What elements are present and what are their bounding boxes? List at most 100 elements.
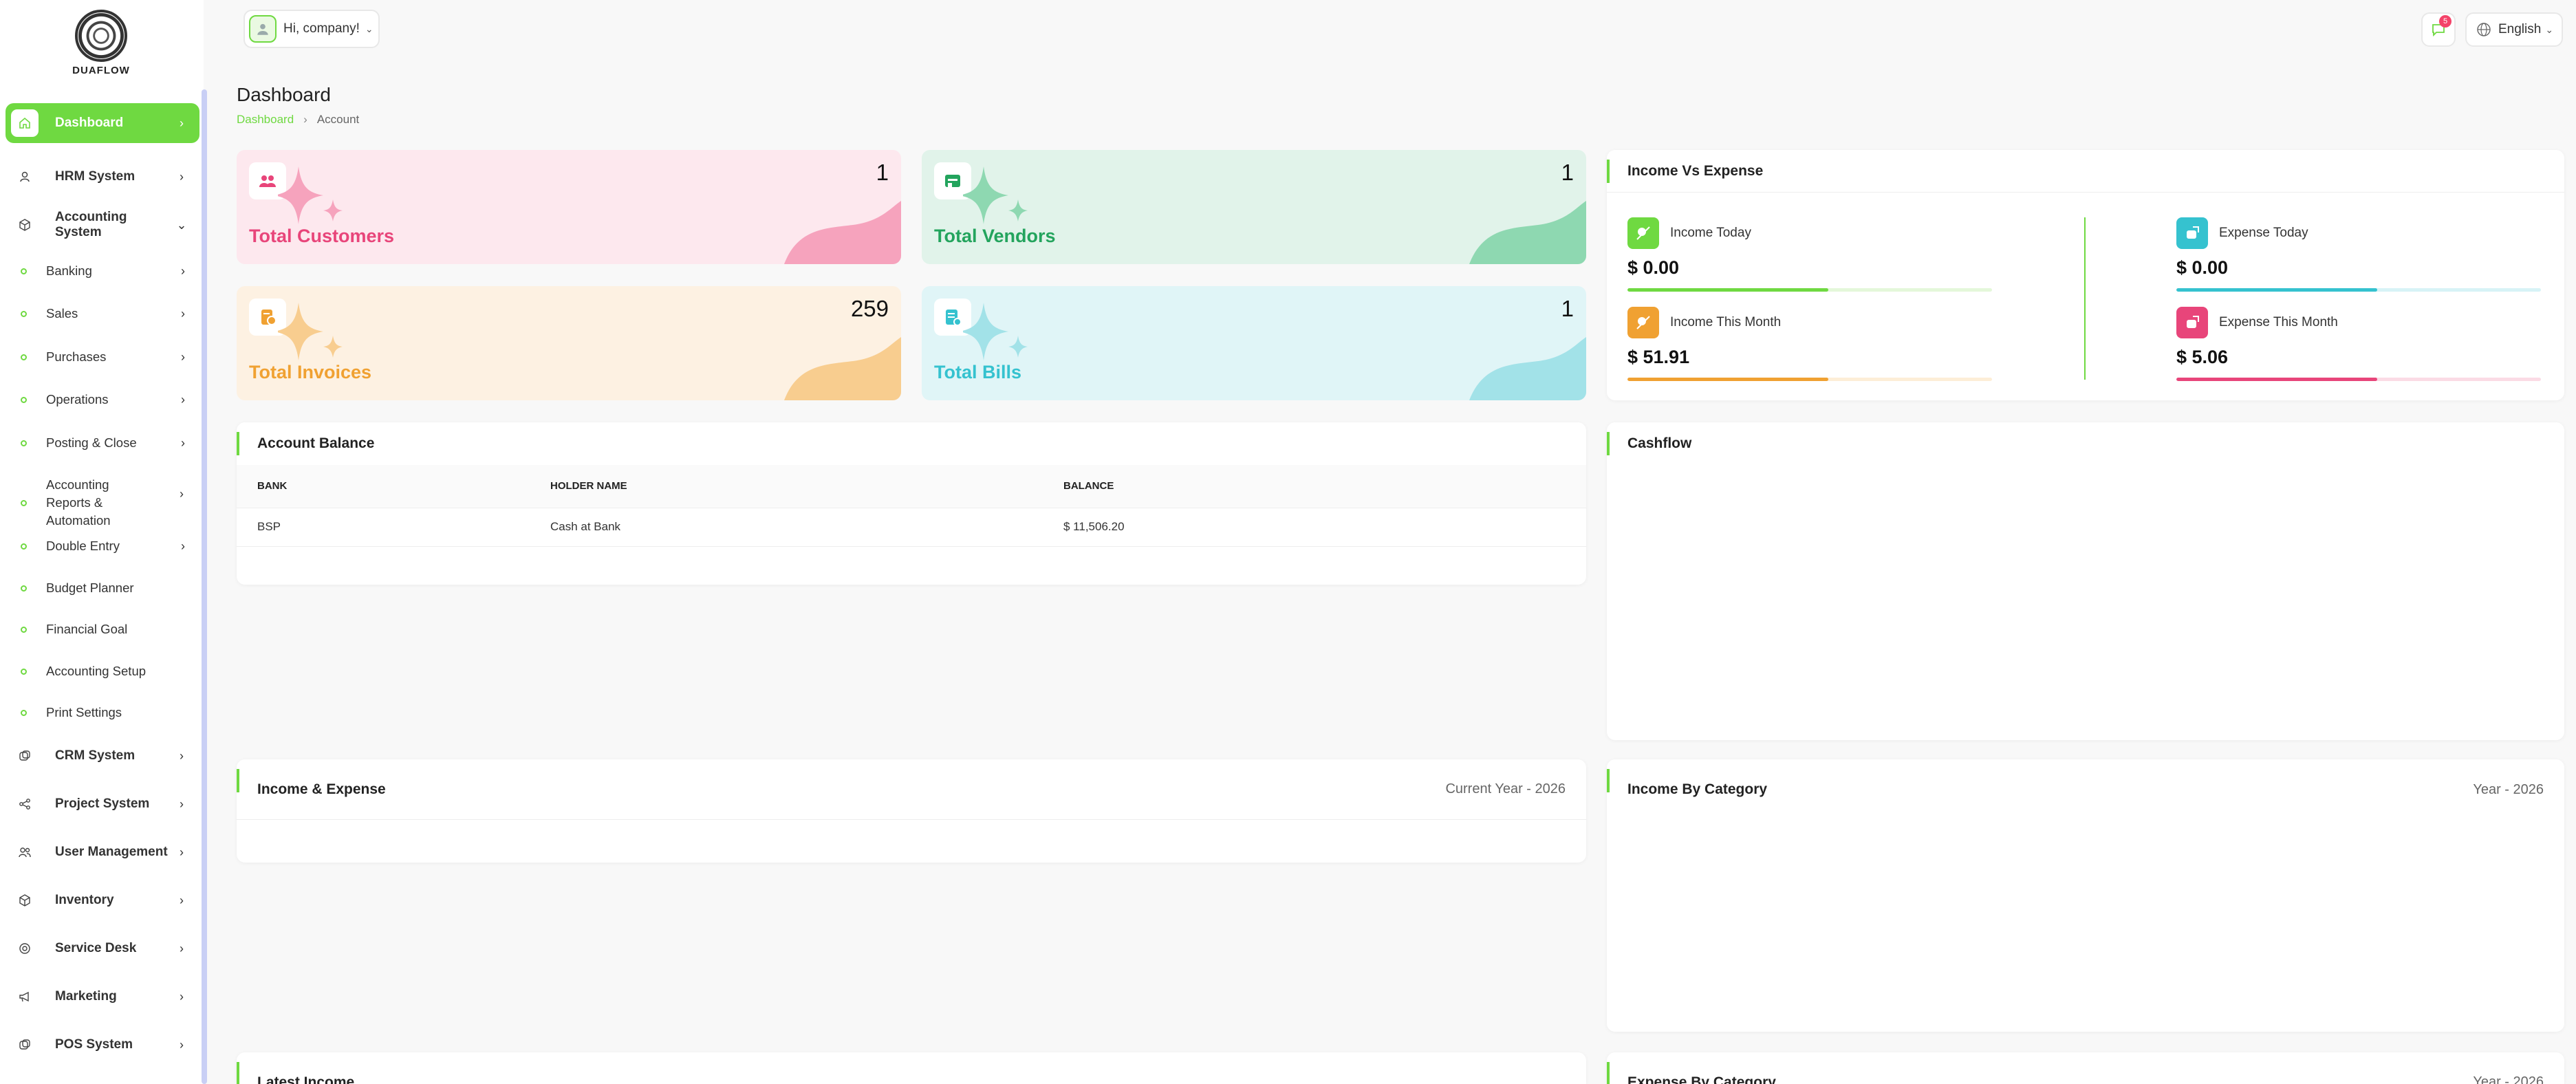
panel-period: Year - 2026 <box>2473 1074 2544 1084</box>
sidebar-item-crm-system[interactable]: CRM System › <box>6 736 199 776</box>
sidebar-subitem-accounting-setup[interactable]: Accounting Setup <box>21 658 194 685</box>
sidebar-subitem-accounting-reports[interactable]: Accounting Reports & Automation <box>21 476 144 530</box>
sidebar-subitem-budget-planner[interactable]: Budget Planner <box>21 574 194 602</box>
sidebar-item-hrm-system[interactable]: HRM System › <box>6 157 199 197</box>
sidebar-subitem-label: Financial Goal <box>46 622 128 636</box>
sidebar-subitem-posting-close[interactable]: Posting & Close › <box>21 429 194 457</box>
chevron-right-icon: › <box>180 941 184 955</box>
chevron-right-icon: › <box>180 1037 184 1052</box>
brand-logo[interactable]: DUAFLOW <box>70 10 132 77</box>
brand-name: DUAFLOW <box>72 65 130 76</box>
sidebar-scrollbar[interactable] <box>202 89 207 1084</box>
sidebar-subitem-financial-goal[interactable]: Financial Goal <box>21 616 194 643</box>
breadcrumb-link-dashboard[interactable]: Dashboard <box>237 113 294 127</box>
sidebar-item-marketing[interactable]: Marketing › <box>6 977 199 1017</box>
sidebar-subitem-double-entry[interactable]: Double Entry › <box>21 532 194 560</box>
metric-value: $ 0.00 <box>1627 257 1680 278</box>
bullet-icon <box>21 499 27 506</box>
metric-label: Income Today <box>1670 226 1751 240</box>
sidebar-item-label: Dashboard <box>55 116 124 130</box>
language-label: English <box>2498 22 2542 36</box>
progress-fill <box>2176 288 2377 292</box>
user-greeting: Hi, company! <box>283 21 360 36</box>
account-balance-table: BANK HOLDER NAME BALANCE BSP Cash at Ban… <box>237 465 1586 547</box>
stat-card-invoices[interactable]: 259 Total Invoices <box>237 286 901 400</box>
panel-header: Income & Expense Current Year - 2026 <box>237 759 1586 820</box>
panel-period: Current Year - 2026 <box>1445 781 1566 796</box>
sidebar-item-user-management[interactable]: User Management › <box>6 832 199 872</box>
chevron-right-icon: › <box>180 989 184 1004</box>
language-selector[interactable]: English ⌄ <box>2465 12 2563 47</box>
panel-header: Income Vs Expense <box>1607 150 2564 193</box>
sidebar-subitem-label: Sales <box>46 306 78 321</box>
user-menu-button[interactable]: Hi, company! ⌄ <box>243 10 380 48</box>
sidebar-item-label: Accounting System <box>55 210 127 239</box>
bullet-icon <box>21 310 27 317</box>
sparkle-icon <box>963 303 1028 360</box>
notification-button[interactable]: 5 <box>2421 12 2456 47</box>
account-balance-panel: Account Balance BANK HOLDER NAME BALANCE… <box>237 422 1586 585</box>
bullet-icon <box>21 354 27 360</box>
sidebar-item-label: POS System <box>55 1037 133 1052</box>
bullet-icon <box>21 396 27 403</box>
sidebar-subitem-label: Double Entry <box>46 539 120 553</box>
box-icon <box>11 211 39 239</box>
expense-icon <box>2176 307 2208 338</box>
sidebar-item-label: Project System <box>55 796 150 811</box>
stat-value: 1 <box>1561 296 1574 321</box>
progress-bar <box>1627 288 1992 292</box>
sidebar-item-label: Inventory <box>55 893 114 907</box>
sidebar-subitem-banking[interactable]: Banking › <box>21 257 194 285</box>
sparkle-icon <box>963 166 1028 224</box>
bullet-icon <box>21 268 27 274</box>
bullet-icon <box>21 709 27 716</box>
table-row[interactable]: BSP Cash at Bank $ 11,506.20 <box>237 508 1586 547</box>
sidebar-subitem-label: Operations <box>46 392 109 406</box>
stat-card-vendors[interactable]: 1 Total Vendors <box>922 150 1586 264</box>
globe-icon <box>2477 23 2491 36</box>
panel-title: Cashflow <box>1627 435 1692 451</box>
expense-by-category-panel: Expense By Category Year - 2026 <box>1607 1052 2564 1084</box>
sidebar-subitem-label: Accounting Reports & Automation <box>46 477 111 528</box>
sidebar-item-inventory[interactable]: Inventory › <box>6 880 199 920</box>
layers-icon <box>11 1031 39 1059</box>
income-expense-panel: Income & Expense Current Year - 2026 <box>237 759 1586 863</box>
chevron-right-icon: › <box>181 435 185 450</box>
wave-decoration <box>1469 201 1586 264</box>
panel-header: Latest Income <box>237 1052 1586 1084</box>
stat-value: 259 <box>850 296 889 321</box>
panel-header: Expense By Category Year - 2026 <box>1607 1052 2564 1084</box>
panel-header: Cashflow <box>1607 422 2564 465</box>
stat-card-customers[interactable]: 1 Total Customers <box>237 150 901 264</box>
panel-title: Latest Income <box>257 1074 355 1084</box>
wave-decoration <box>784 201 901 264</box>
chevron-right-icon: › <box>180 748 184 763</box>
sidebar-item-pos-system[interactable]: POS System › <box>6 1025 199 1065</box>
bullet-icon <box>21 440 27 446</box>
sidebar-item-service-desk[interactable]: Service Desk › <box>6 929 199 968</box>
column-header: HOLDER NAME <box>550 465 1063 508</box>
panel-title: Income By Category <box>1627 781 1768 797</box>
box-icon <box>11 887 39 914</box>
stat-value: 1 <box>876 160 889 185</box>
sidebar-item-accounting-system[interactable]: Accounting System ⌄ <box>6 205 199 245</box>
chevron-right-icon: › <box>180 893 184 907</box>
chevron-right-icon: › <box>180 116 184 130</box>
headset-icon <box>11 935 39 962</box>
sidebar-subitem-label: Print Settings <box>46 705 122 719</box>
bullet-icon <box>21 668 27 675</box>
sidebar-item-label: Service Desk <box>55 941 137 955</box>
income-icon <box>1627 307 1659 338</box>
sidebar-subitem-purchases[interactable]: Purchases › <box>21 343 194 371</box>
expense-today: Expense Today $ 0.00 <box>2176 217 2541 292</box>
sidebar-item-dashboard[interactable]: Dashboard › <box>6 103 199 143</box>
sidebar-item-project-system[interactable]: Project System › <box>6 784 199 824</box>
sidebar-subitem-print-settings[interactable]: Print Settings <box>21 699 194 726</box>
stat-label: Total Customers <box>249 226 395 246</box>
sidebar-subitem-operations[interactable]: Operations › <box>21 386 194 413</box>
metric-label: Income This Month <box>1670 315 1782 329</box>
stat-label: Total Vendors <box>934 226 1056 246</box>
stat-card-bills[interactable]: 1 Total Bills <box>922 286 1586 400</box>
table-cell: BSP <box>237 508 550 547</box>
sidebar-subitem-sales[interactable]: Sales › <box>21 300 194 327</box>
